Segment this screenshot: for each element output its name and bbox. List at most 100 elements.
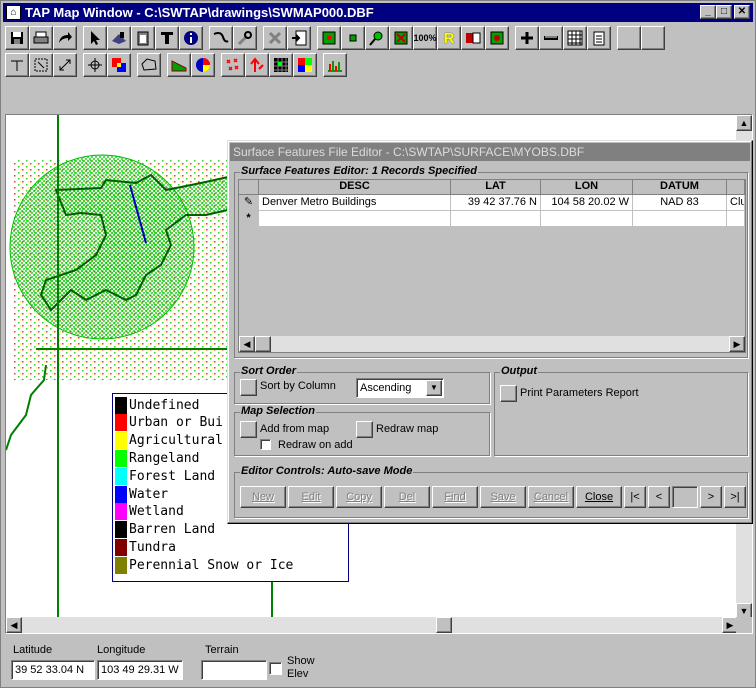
map-horizontal-scrollbar[interactable]: ◀ ▶: [6, 617, 738, 633]
column-header-lat[interactable]: LAT: [451, 180, 541, 195]
move-icon[interactable]: [83, 53, 107, 77]
blank-icon[interactable]: [617, 26, 641, 50]
cell-extra[interactable]: Clu: [727, 195, 745, 211]
grid-color-icon[interactable]: [269, 53, 293, 77]
pointer-icon[interactable]: [83, 26, 107, 50]
zoom-100-icon[interactable]: 100%: [413, 26, 437, 50]
line-icon[interactable]: [5, 53, 29, 77]
map-toolbar: [5, 52, 347, 78]
resize-icon[interactable]: [53, 53, 77, 77]
new-cell-lon[interactable]: [541, 211, 633, 227]
maximize-button[interactable]: □: [716, 5, 732, 19]
profile-icon[interactable]: [167, 53, 191, 77]
cell-desc[interactable]: Denver Metro Buildings: [259, 195, 451, 211]
main-toolbar: 100% R: [5, 25, 665, 51]
clipboard-icon[interactable]: [131, 26, 155, 50]
table-icon[interactable]: [563, 26, 587, 50]
route-icon[interactable]: [209, 26, 233, 50]
sort-direction-select[interactable]: Ascending ▼: [356, 378, 444, 398]
label-r-icon[interactable]: R: [437, 26, 461, 50]
print-params-button[interactable]: [500, 385, 517, 402]
first-record-button[interactable]: |<: [624, 486, 646, 508]
grid-icon[interactable]: [485, 26, 509, 50]
new-button[interactable]: New: [240, 486, 286, 508]
save-icon[interactable]: [5, 26, 29, 50]
copy-button[interactable]: Copy: [336, 486, 382, 508]
minimize-button[interactable]: _: [700, 5, 716, 19]
layer-grid-icon[interactable]: [317, 26, 341, 50]
edit-button[interactable]: Edit: [288, 486, 334, 508]
locate-icon[interactable]: [365, 26, 389, 50]
histogram-icon[interactable]: [323, 53, 347, 77]
dropdown-arrow-icon[interactable]: ▼: [426, 380, 442, 396]
scroll-up-arrow-icon[interactable]: ▲: [736, 115, 752, 131]
new-cell-lat[interactable]: [451, 211, 541, 227]
column-header-lon[interactable]: LON: [541, 180, 633, 195]
dialog-title: Surface Features File Editor - C:\SWTAP\…: [230, 143, 750, 161]
next-record-button[interactable]: >: [700, 486, 722, 508]
longitude-field[interactable]: 103 49 29.31 W: [97, 660, 183, 680]
redraw-on-add-checkbox[interactable]: [260, 439, 271, 450]
remove-icon[interactable]: [389, 26, 413, 50]
cell-lat[interactable]: 39 42 37.76 N: [451, 195, 541, 211]
tools-icon[interactable]: [233, 26, 257, 50]
cell-datum[interactable]: NAD 83: [633, 195, 727, 211]
grid-horizontal-scrollbar[interactable]: ◀ ▶: [239, 336, 745, 352]
delete-icon[interactable]: [263, 26, 287, 50]
text-icon[interactable]: [155, 26, 179, 50]
point-icon[interactable]: [341, 26, 365, 50]
ruler-icon[interactable]: [539, 26, 563, 50]
latitude-field[interactable]: 39 52 33.04 N: [11, 660, 95, 680]
scroll-thumb[interactable]: [436, 617, 452, 633]
points-icon[interactable]: [221, 53, 245, 77]
show-elev-checkbox[interactable]: [269, 662, 282, 675]
info-icon[interactable]: [179, 26, 203, 50]
import-icon[interactable]: [287, 26, 311, 50]
grid-scroll-left-icon[interactable]: ◀: [239, 336, 255, 352]
close-dialog-button[interactable]: Close: [576, 486, 622, 508]
add-from-map-button[interactable]: [240, 421, 257, 438]
new-cell-extra[interactable]: [727, 211, 745, 227]
terrain-field[interactable]: [201, 660, 267, 680]
sort-direction-value: Ascending: [360, 382, 412, 394]
polygon-icon[interactable]: [137, 53, 161, 77]
cancel-button[interactable]: Cancel: [528, 486, 574, 508]
record-position-field[interactable]: [672, 486, 698, 508]
globe-icon[interactable]: [191, 53, 215, 77]
prev-record-button[interactable]: <: [648, 486, 670, 508]
new-cell-desc[interactable]: [259, 211, 451, 227]
del-button[interactable]: Del: [384, 486, 430, 508]
layers-icon[interactable]: [107, 53, 131, 77]
terrain-icon[interactable]: [293, 53, 317, 77]
legend-item: Wetland: [115, 503, 184, 521]
column-header-datum[interactable]: DATUM: [633, 180, 727, 195]
terrain-label: Terrain: [205, 644, 239, 656]
redraw-map-button[interactable]: [356, 421, 373, 438]
scroll-left-arrow-icon[interactable]: ◀: [6, 617, 22, 633]
sort-by-column-button[interactable]: [240, 379, 257, 396]
column-header-desc[interactable]: DESC: [259, 180, 451, 195]
legend-label: Undefined: [129, 397, 200, 413]
pan-icon[interactable]: [107, 26, 131, 50]
legend-label: Barren Land: [129, 522, 216, 538]
export-icon[interactable]: [461, 26, 485, 50]
grid-scroll-right-icon[interactable]: ▶: [729, 336, 745, 352]
new-cell-datum[interactable]: [633, 211, 727, 227]
sort-by-column-label: Sort by Column: [260, 380, 336, 392]
legend-swatch: [115, 467, 127, 485]
blank-icon[interactable]: [641, 26, 665, 50]
save-button[interactable]: Save: [480, 486, 526, 508]
select-box-icon[interactable]: [29, 53, 53, 77]
notes-icon[interactable]: [587, 26, 611, 50]
show-elev-label: Show: [287, 655, 315, 667]
cell-lon[interactable]: 104 58 20.02 W: [541, 195, 633, 211]
last-record-button[interactable]: >|: [724, 486, 746, 508]
legend-label: Perennial Snow or Ice: [129, 557, 294, 573]
redo-icon[interactable]: [53, 26, 77, 50]
find-button[interactable]: Find: [432, 486, 478, 508]
elevation-icon[interactable]: [245, 53, 269, 77]
grid-scroll-thumb[interactable]: [255, 336, 271, 352]
close-button[interactable]: ✕: [734, 5, 750, 19]
add-icon[interactable]: [515, 26, 539, 50]
print-icon[interactable]: [29, 26, 53, 50]
